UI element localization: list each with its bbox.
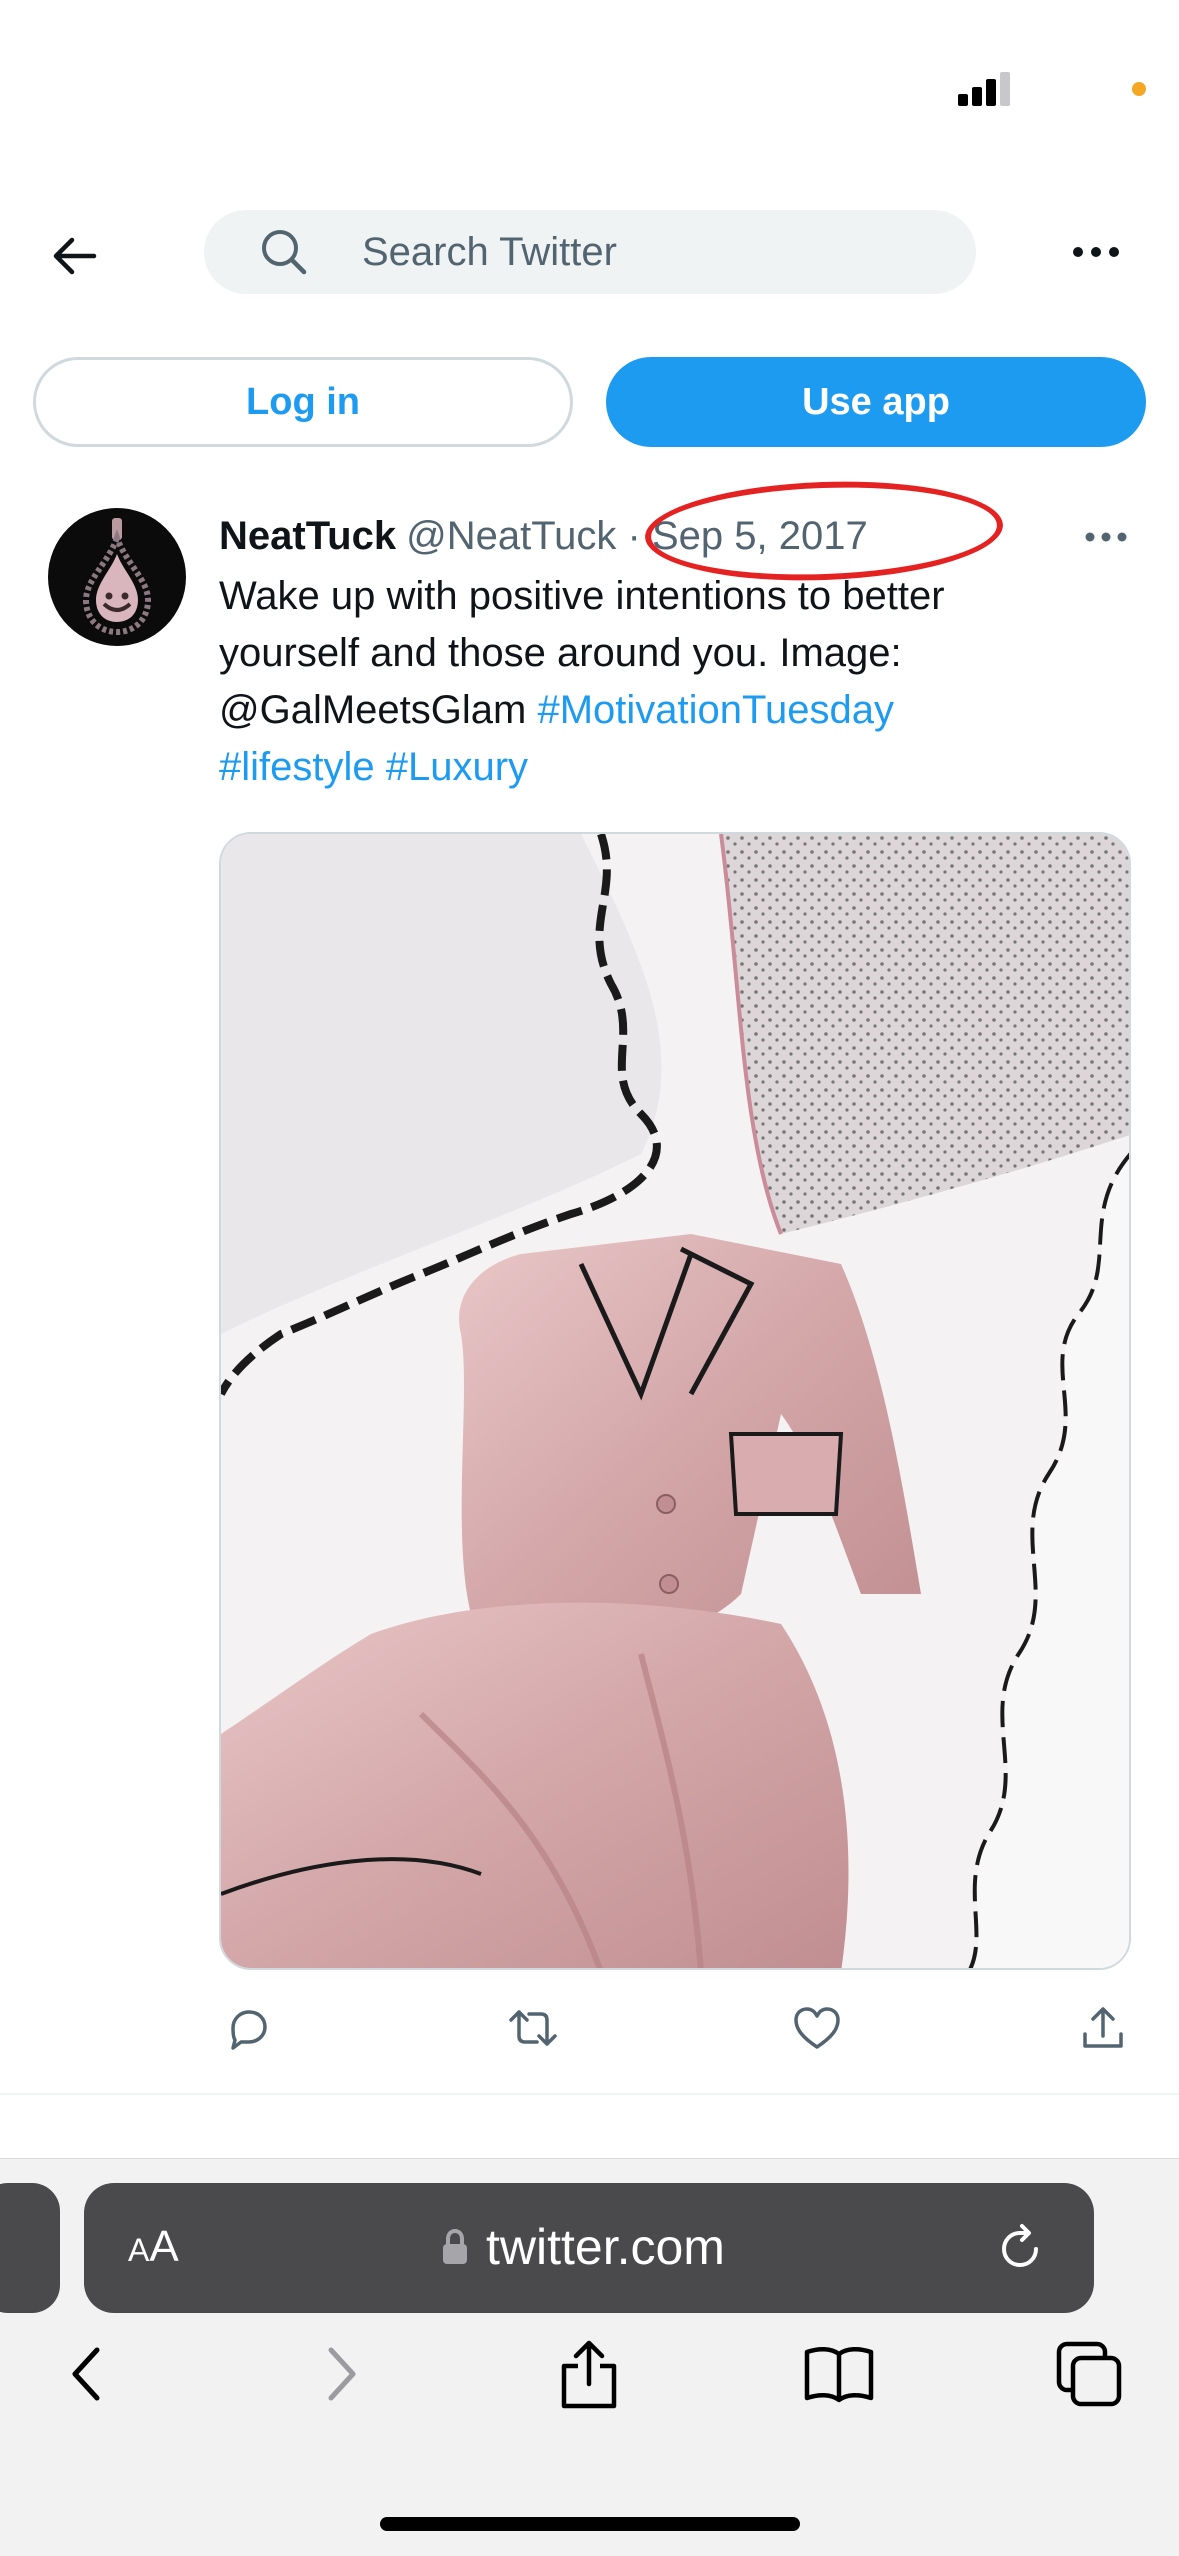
- search-placeholder[interactable]: Search Twitter: [362, 230, 617, 274]
- avatar[interactable]: [48, 508, 186, 646]
- tweet-text-line: Wake up with positive intentions to bett…: [219, 574, 945, 618]
- search-icon: [262, 230, 307, 275]
- share-icon: [561, 2340, 617, 2409]
- browser-forward-button[interactable]: [296, 2329, 386, 2419]
- use-app-button[interactable]: Use app: [606, 357, 1146, 447]
- privacy-indicator-dot: [1132, 82, 1146, 96]
- display-name[interactable]: NeatTuck: [219, 514, 396, 558]
- open-book-icon: [804, 2347, 874, 2403]
- status-bar: [0, 0, 1179, 170]
- address-bar[interactable]: AA twitter.com: [84, 2183, 1094, 2313]
- reply-icon: [231, 2010, 267, 2050]
- pajamas-on-bed-image: [221, 834, 1129, 1968]
- tweet-text-line: @GalMeetsGlam #MotivationTuesday: [219, 682, 1119, 739]
- retweet-button[interactable]: [505, 2000, 561, 2056]
- share-icon: [1083, 2007, 1123, 2048]
- browser-back-button[interactable]: [42, 2329, 132, 2419]
- lock-icon: [443, 2228, 467, 2264]
- tabs-button[interactable]: [1044, 2329, 1134, 2419]
- tabs-overview-icon: [1056, 2341, 1122, 2407]
- more-horizontal-icon: [1085, 532, 1127, 542]
- browser-bottom-bar: AA twitter.com: [0, 2158, 1179, 2556]
- chevron-right-icon: [328, 2347, 356, 2401]
- previous-tab-peek[interactable]: [0, 2183, 60, 2313]
- tweet-image[interactable]: [219, 832, 1131, 1970]
- tweet-text-line: #lifestyle #Luxury: [219, 739, 1119, 796]
- mention-link[interactable]: @GalMeetsGlam: [219, 688, 526, 732]
- hashtag-link[interactable]: #MotivationTuesday: [537, 688, 893, 732]
- back-button[interactable]: [40, 222, 108, 290]
- neattuck-logo-icon: [82, 518, 152, 636]
- url-display[interactable]: twitter.com: [440, 2219, 725, 2275]
- separator-dot: ·: [627, 514, 641, 558]
- top-navigation: Search Twitter: [0, 170, 1179, 340]
- user-handle[interactable]: @NeatTuck: [406, 514, 616, 558]
- browser-share-button[interactable]: [544, 2329, 634, 2419]
- aa-large-glyph: A: [149, 2222, 179, 2271]
- more-horizontal-icon: [1073, 247, 1119, 257]
- bookmarks-button[interactable]: [794, 2329, 884, 2419]
- retweet-icon: [509, 2010, 557, 2046]
- like-button[interactable]: [789, 2000, 845, 2056]
- home-indicator: [380, 2517, 800, 2531]
- browser-toolbar: [0, 2329, 1179, 2439]
- tweet-text: Wake up with positive intentions to bett…: [219, 568, 1119, 796]
- share-button[interactable]: [1075, 2000, 1131, 2056]
- more-options-button[interactable]: [1060, 222, 1132, 282]
- chevron-left-icon: [72, 2347, 100, 2401]
- url-text: twitter.com: [486, 2219, 725, 2275]
- cellular-signal-icon: [958, 70, 1014, 106]
- arrow-left-icon: [53, 237, 97, 275]
- reload-icon[interactable]: [992, 2221, 1048, 2277]
- search-field[interactable]: Search Twitter: [204, 210, 976, 294]
- feed-divider: [0, 2093, 1179, 2095]
- tweet-text-line: yourself and those around you. Image:: [219, 631, 902, 675]
- hashtag-link[interactable]: #lifestyle: [219, 745, 375, 789]
- log-in-button[interactable]: Log in: [33, 357, 573, 447]
- hashtag-link[interactable]: #Luxury: [386, 745, 528, 789]
- reader-text-size-button[interactable]: AA: [128, 2221, 179, 2276]
- reply-button[interactable]: [219, 2000, 275, 2056]
- aa-small-glyph: A: [128, 2232, 150, 2268]
- tweet-actions: [219, 2000, 1131, 2060]
- tweet-more-button[interactable]: [1080, 520, 1132, 554]
- heart-icon: [794, 2007, 840, 2049]
